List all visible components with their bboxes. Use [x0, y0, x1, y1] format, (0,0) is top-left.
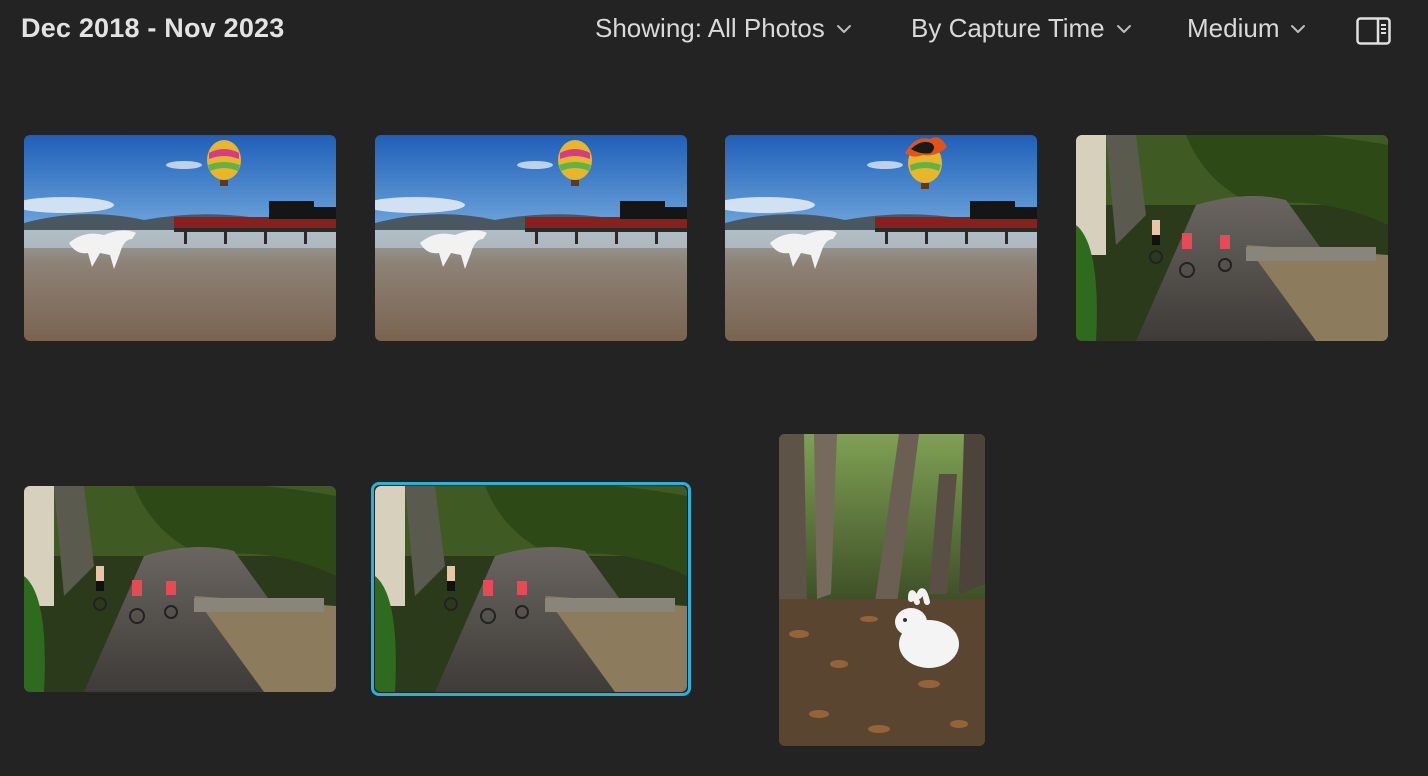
cyclists-photo — [1076, 135, 1388, 341]
chevron-down-icon — [1116, 24, 1131, 33]
beach-photo — [725, 135, 1037, 341]
chevron-down-icon — [1291, 24, 1306, 33]
beach-photo — [24, 135, 336, 341]
cyclists-photo — [24, 486, 336, 692]
sort-dropdown-label: By Capture Time — [911, 13, 1105, 43]
chevron-down-icon — [836, 24, 851, 33]
photo-thumbnail-cyclists-selected[interactable] — [375, 486, 687, 692]
sidebar-panel-icon[interactable] — [1356, 17, 1391, 45]
photo-thumbnail-cyclists[interactable] — [1076, 135, 1388, 341]
cyclists-photo — [375, 486, 687, 692]
sort-dropdown[interactable]: By Capture Time — [911, 13, 1133, 44]
toolbar: Dec 2018 - Nov 2023 Showing: All Photos … — [0, 0, 1428, 62]
photo-thumbnail-beach[interactable] — [375, 135, 687, 341]
thumbnail-size-dropdown[interactable]: Medium — [1187, 13, 1307, 44]
photo-thumbnail-beach[interactable] — [24, 135, 336, 341]
size-dropdown-label: Medium — [1187, 13, 1280, 43]
rabbit-photo — [779, 434, 985, 746]
photo-thumbnail-beach-fire-balloon[interactable] — [725, 135, 1037, 341]
filter-dropdown[interactable]: Showing: All Photos — [595, 13, 853, 44]
photo-thumbnail-rabbit[interactable] — [779, 434, 985, 746]
date-range-title: Dec 2018 - Nov 2023 — [21, 13, 285, 43]
beach-photo — [375, 135, 687, 341]
photo-thumbnail-cyclists[interactable] — [24, 486, 336, 692]
filter-dropdown-label: Showing: All Photos — [595, 13, 825, 43]
